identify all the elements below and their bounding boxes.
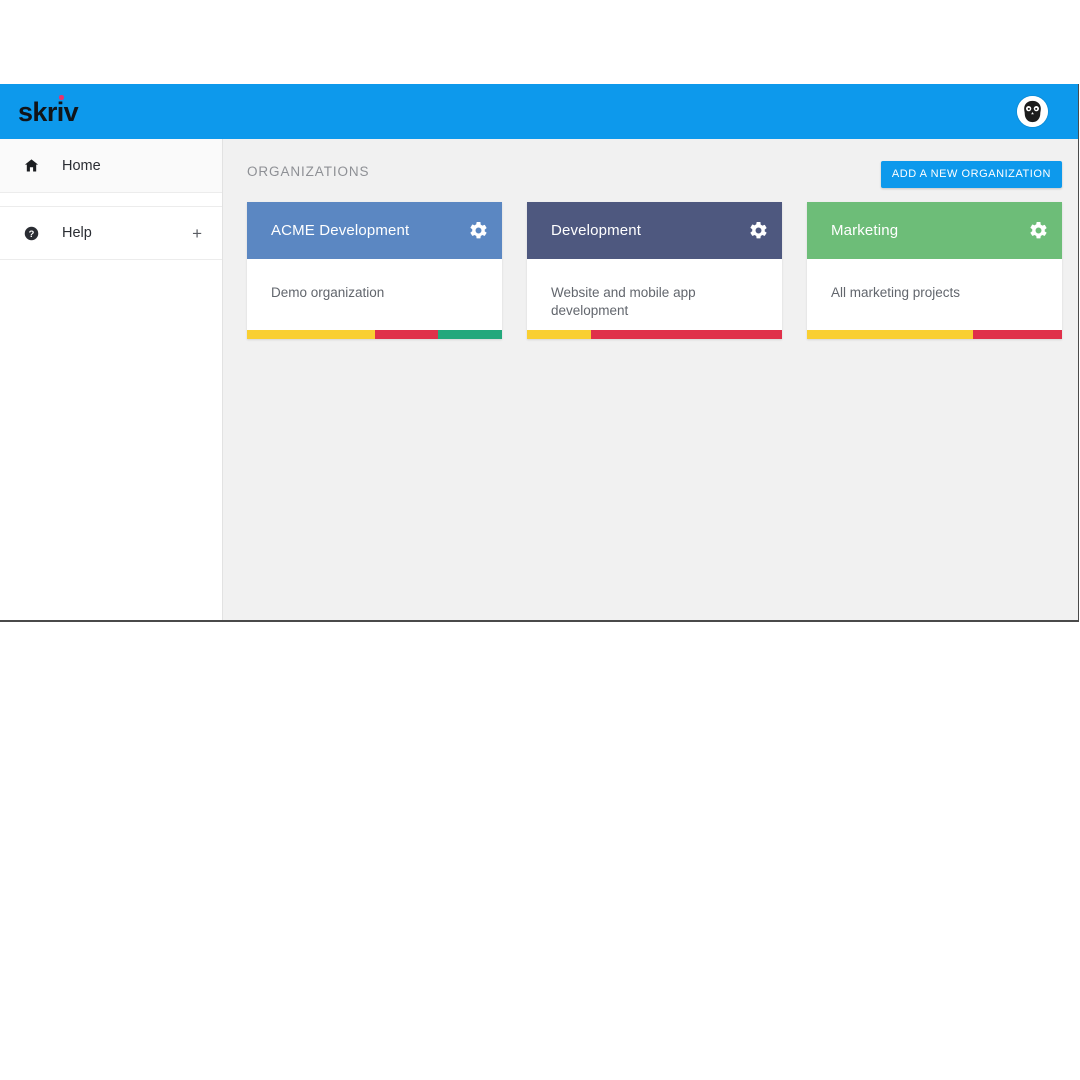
sidebar-item-help[interactable]: ? Help +	[0, 206, 222, 260]
app-logo[interactable]: skriv	[18, 95, 79, 127]
organization-status-bar	[527, 330, 782, 340]
page-background	[0, 622, 1080, 1080]
organization-card[interactable]: Development Website and mobile app develo…	[527, 202, 782, 340]
organization-card-header: Development	[527, 202, 782, 259]
status-bar-segment	[590, 330, 782, 340]
organization-card-body: Demo organization	[247, 259, 502, 330]
organization-status-bar	[247, 330, 502, 340]
status-bar-segment	[438, 330, 502, 340]
status-bar-segment	[374, 330, 439, 340]
sidebar-item-home[interactable]: Home	[0, 139, 222, 193]
top-bar: skriv	[0, 84, 1078, 139]
sidebar-item-help-label: Help	[62, 225, 92, 241]
page-title: ORGANIZATIONS	[247, 164, 370, 179]
app-body: Home ? Help + ORGANIZATIONS ADD A NEW OR…	[0, 139, 1078, 620]
organization-card-header: Marketing	[807, 202, 1062, 259]
main-content: ORGANIZATIONS ADD A NEW ORGANIZATION ACM…	[223, 139, 1078, 620]
app-logo-text: skriv	[18, 97, 79, 127]
organization-card-description: All marketing projects	[831, 285, 961, 300]
organization-card-header: ACME Development	[247, 202, 502, 259]
sidebar-item-home-label: Home	[62, 157, 101, 174]
gear-icon[interactable]	[750, 222, 767, 239]
status-bar-segment	[247, 330, 375, 340]
sidebar-item-help-expand-icon[interactable]: +	[192, 225, 204, 242]
home-icon	[22, 158, 40, 173]
organization-card-body: Website and mobile app development	[527, 259, 782, 330]
logo-dot-icon	[59, 95, 64, 100]
app-window: skriv Home ? Help + ORGANIZATIONS ADD A …	[0, 84, 1079, 622]
status-bar-segment	[527, 330, 591, 340]
organization-card-list: ACME Development Demo organization Develop…	[247, 202, 1062, 340]
help-circle-icon: ?	[22, 226, 40, 241]
organization-card-body: All marketing projects	[807, 259, 1062, 330]
sidebar: Home ? Help +	[0, 139, 223, 620]
gear-icon[interactable]	[470, 222, 487, 239]
gear-icon[interactable]	[1030, 222, 1047, 239]
status-bar-segment	[807, 330, 973, 340]
organization-card-title: Marketing	[831, 222, 899, 239]
status-bar-segment	[972, 330, 1062, 340]
organization-card-description: Demo organization	[271, 285, 385, 300]
organization-card-title: ACME Development	[271, 222, 410, 239]
avatar[interactable]	[1017, 96, 1048, 127]
organization-card-title: Development	[551, 222, 642, 239]
organization-card-description: Website and mobile app development	[551, 285, 696, 319]
main-header: ORGANIZATIONS ADD A NEW ORGANIZATION	[247, 161, 1062, 197]
organization-card[interactable]: ACME Development Demo organization	[247, 202, 502, 340]
svg-text:?: ?	[28, 228, 34, 238]
organization-card[interactable]: Marketing All marketing projects	[807, 202, 1062, 340]
add-new-organization-button[interactable]: ADD A NEW ORGANIZATION	[880, 161, 1062, 188]
avatar-image	[1017, 96, 1048, 127]
organization-status-bar	[807, 330, 1062, 340]
